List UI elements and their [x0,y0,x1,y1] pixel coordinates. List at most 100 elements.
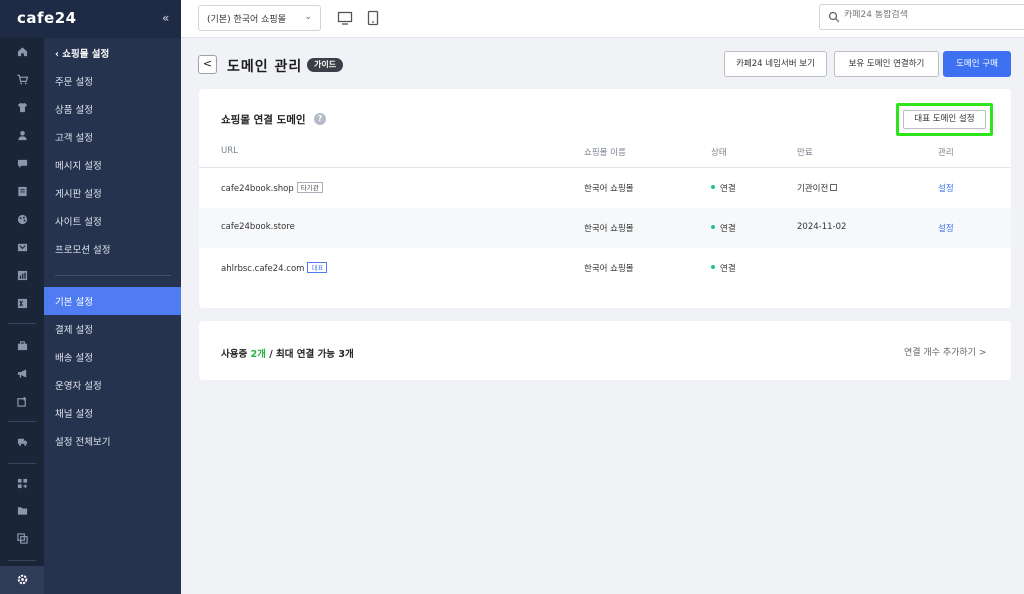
expiry-cell[interactable]: 기관이전 [797,182,838,194]
back-button[interactable]: < [198,55,217,74]
status-cell: 연결 [711,182,736,194]
table-row: ahlrbsc.cafe24.com 대표 한국어 쇼핑몰 연결 [199,248,1011,288]
menu-item-label: 게시판 설정 [55,189,102,200]
usage-prefix: 사용중 [221,349,248,360]
domain-url: cafe24book.shop [221,184,294,194]
cart-icon[interactable] [17,74,28,85]
help-icon[interactable]: ? [314,113,326,125]
folder-icon[interactable] [17,505,28,516]
column-header: URL [221,146,238,156]
truck-icon[interactable] [17,436,28,447]
representative-tag: 대표 [307,262,328,273]
gear-icon[interactable] [16,573,29,586]
column-header: 상태 [711,148,727,158]
collapse-sidebar-button[interactable]: « [162,11,169,25]
menu-item-payment[interactable]: 결제 설정 [44,315,181,343]
shirt-icon[interactable] [17,102,28,113]
domain-tag: 타기관 [296,182,323,193]
buy-domain-button[interactable]: 도메인 구매 [943,51,1011,77]
home-icon[interactable] [17,46,28,57]
connect-domain-button[interactable]: 보유 도메인 연결하기 [834,51,939,77]
cafe24-logo[interactable]: cafe24 [17,9,77,27]
mobile-view-icon[interactable] [365,10,381,26]
logo-area: cafe24 « [0,0,181,38]
chat-icon[interactable] [17,158,28,169]
settings-shortcut[interactable] [0,566,44,594]
status-cell: 연결 [711,262,736,274]
menu-item-shipping[interactable]: 배송 설정 [44,343,181,371]
column-header: 쇼핑몰 이름 [584,148,626,158]
icon-divider [8,323,36,324]
menu-item-board[interactable]: 게시판 설정 [44,179,181,207]
promo-icon[interactable] [17,242,28,253]
menu-item-basic[interactable]: 기본 설정 [44,287,181,315]
search-input[interactable] [844,10,1014,20]
add-connection-link[interactable]: 연결 개수 추가하기 > [904,345,986,358]
palette-icon[interactable] [17,214,28,225]
menu-item-channel[interactable]: 채널 설정 [44,399,181,427]
menu-item-all-settings[interactable]: 설정 전체보기 [44,427,181,455]
app-store-icon[interactable] [17,396,28,407]
guide-badge[interactable]: 가이드 [307,58,344,72]
menu-item-label: 프로모션 설정 [55,245,111,256]
menu-item-label: 결제 설정 [55,325,93,336]
status-dot [711,185,715,189]
megaphone-icon[interactable] [17,368,28,379]
shop-name: 한국어 쇼핑몰 [584,224,634,234]
icon-divider [8,421,36,422]
menu-item-promotion[interactable]: 프로모션 설정 [44,235,181,263]
menu-divider [55,275,171,276]
set-representative-domain-button[interactable]: 대표 도메인 설정 [903,110,986,129]
status-dot [711,225,715,229]
expiry-text: 기관이전 [797,184,829,194]
store-icon[interactable] [17,340,28,351]
menu-item-site[interactable]: 사이트 설정 [44,207,181,235]
board-icon[interactable] [17,186,28,197]
menu-item-label: 상품 설정 [55,105,93,116]
manage-link[interactable]: 설정 [938,222,954,234]
domain-url: ahlrbsc.cafe24.com [221,264,305,274]
manage-link[interactable]: 설정 [938,182,954,194]
shop-select-value: (기본) 한국어 쇼핑몰 [207,15,286,25]
domain-url: cafe24book.store [221,222,295,232]
nameserver-button[interactable]: 카페24 네임서버 보기 [724,51,827,77]
domain-card: 쇼핑몰 연결 도메인 ? 대표 도메인 설정 URL 쇼핑몰 이름 상태 만료 … [199,89,1011,308]
desktop-view-icon[interactable] [337,10,353,26]
page-title: 도메인 관리 [227,59,303,75]
shop-name: 한국어 쇼핑몰 [584,264,634,274]
url-cell: cafe24book.shop 타기관 [221,182,323,194]
menu-item-label: 기본 설정 [55,297,93,308]
table-row: cafe24book.store 한국어 쇼핑몰 연결 2024-11-02 설… [199,208,1011,248]
table-row: cafe24book.shop 타기관 한국어 쇼핑몰 연결 기관이전 설정 [199,168,1011,208]
top-bar: cafe24 « (기본) 한국어 쇼핑몰 ⌄ [0,0,1024,38]
global-search[interactable] [819,4,1024,30]
url-cell: ahlrbsc.cafe24.com 대표 [221,262,328,274]
status-text: 연결 [720,224,736,234]
menu-item-label: 고객 설정 [55,133,93,144]
menu-item-customer[interactable]: 고객 설정 [44,123,181,151]
menu-item-message[interactable]: 메시지 설정 [44,151,181,179]
menu-item-order[interactable]: 주문 설정 [44,67,181,95]
menu-item-product[interactable]: 상품 설정 [44,95,181,123]
menu-item-label: 설정 전체보기 [55,437,111,448]
chart-icon[interactable] [17,270,28,281]
expiry-text: 2024-11-02 [797,222,847,232]
copy-icon[interactable] [17,533,28,544]
menu-item-label: 사이트 설정 [55,217,102,228]
menu-header[interactable]: ‹ 쇼핑몰 설정 [55,46,109,60]
grid-icon[interactable] [17,478,28,489]
chevron-down-icon: ⌄ [304,12,312,22]
menu-item-label: 배송 설정 [55,353,93,364]
shop-select[interactable]: (기본) 한국어 쇼핑몰 ⌄ [198,5,321,31]
excel-icon[interactable] [17,298,28,309]
menu-item-label: 운영자 설정 [55,381,102,392]
usage-summary: 사용중 2개 / 최대 연결 가능 3개 [221,346,354,360]
usage-count: 2개 [250,349,266,360]
search-icon [828,11,840,23]
user-icon[interactable] [17,130,28,141]
section-title: 쇼핑몰 연결 도메인 [221,114,306,126]
main-content: < 도메인 관리 가이드 카페24 네임서버 보기 보유 도메인 연결하기 도메… [181,38,1024,594]
menu-item-label: 주문 설정 [55,77,93,88]
menu-item-operator[interactable]: 운영자 설정 [44,371,181,399]
status-dot [711,265,715,269]
